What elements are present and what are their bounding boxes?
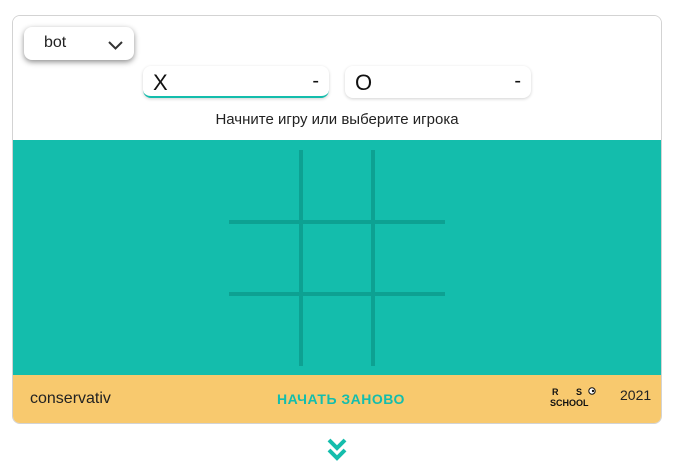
rs-school-logo[interactable]: R S SCHOOL	[550, 386, 604, 408]
game-status: Начните игру или выберите игрока	[215, 111, 459, 128]
svg-text:S: S	[576, 387, 582, 397]
svg-text:SCHOOL: SCHOOL	[550, 398, 589, 408]
board-area	[13, 140, 661, 375]
mode-dropdown[interactable]: bot	[24, 27, 134, 60]
player-o-score: -	[514, 70, 521, 92]
player-x-symbol: X	[153, 70, 168, 95]
player-x-tab[interactable]: X -	[143, 66, 329, 98]
tic-tac-toe-app: bot X - O - Начните игру или выберите иг…	[12, 15, 662, 424]
player-x-score: -	[312, 70, 319, 92]
double-chevron-down-icon[interactable]	[326, 437, 348, 463]
player-o-symbol: O	[355, 70, 373, 95]
ai-name: conservativ	[30, 390, 111, 407]
player-o-tab[interactable]: O -	[345, 66, 531, 98]
copyright-year: 2021	[620, 387, 652, 403]
mode-label: bot	[44, 34, 67, 51]
chevron-down-icon	[108, 41, 123, 50]
board-cell-7[interactable]	[229, 296, 299, 366]
board-cell-5[interactable]	[303, 224, 373, 294]
board-cell-4[interactable]	[229, 224, 299, 294]
restart-button[interactable]: НАЧАТЬ ЗАНОВО	[277, 391, 405, 407]
board-cell-2[interactable]	[303, 150, 373, 220]
svg-text:R: R	[552, 387, 559, 397]
game-board	[229, 150, 445, 366]
game-header: bot X - O - Начните игру или выберите иг…	[13, 16, 661, 140]
board-cell-9[interactable]	[375, 296, 445, 366]
board-cell-1[interactable]	[229, 150, 299, 220]
board-cell-3[interactable]	[375, 150, 445, 220]
board-cell-6[interactable]	[375, 224, 445, 294]
game-footer: conservativ НАЧАТЬ ЗАНОВО R S SCHOOL 202…	[13, 375, 661, 423]
board-cell-8[interactable]	[303, 296, 373, 366]
